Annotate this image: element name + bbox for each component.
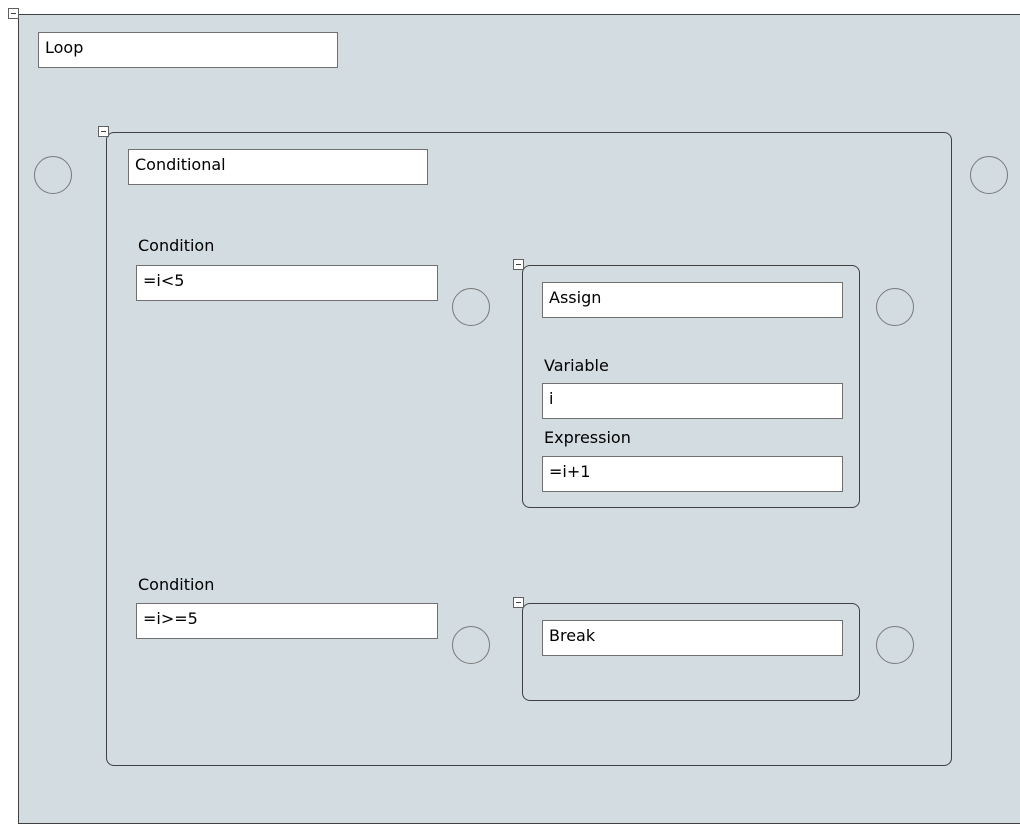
variable-label: Variable — [544, 356, 609, 375]
expression-input[interactable]: =i+1 — [542, 456, 843, 492]
conditional-collapse-toggle[interactable] — [98, 126, 109, 137]
variable-input[interactable]: i — [542, 383, 843, 419]
assign-collapse-toggle[interactable] — [513, 259, 524, 270]
condition-input-1[interactable]: =i<5 — [136, 265, 438, 301]
branch-1-output-port[interactable] — [452, 288, 490, 326]
break-output-port[interactable] — [876, 626, 914, 664]
assign-output-port[interactable] — [876, 288, 914, 326]
conditional-title-field[interactable]: Conditional — [128, 149, 428, 185]
loop-output-port[interactable] — [970, 156, 1008, 194]
break-title-field[interactable]: Break — [542, 620, 843, 656]
expression-label: Expression — [544, 428, 631, 447]
loop-collapse-toggle[interactable] — [8, 8, 19, 19]
loop-title-field[interactable]: Loop — [38, 32, 338, 68]
loop-input-port[interactable] — [34, 156, 72, 194]
assign-title-field[interactable]: Assign — [542, 282, 843, 318]
workflow-canvas: Loop Conditional Condition =i<5 Assign V… — [0, 0, 1020, 824]
condition-label-1: Condition — [138, 236, 215, 255]
branch-2-output-port[interactable] — [452, 626, 490, 664]
break-collapse-toggle[interactable] — [513, 597, 524, 608]
condition-input-2[interactable]: =i>=5 — [136, 603, 438, 639]
condition-label-2: Condition — [138, 575, 215, 594]
